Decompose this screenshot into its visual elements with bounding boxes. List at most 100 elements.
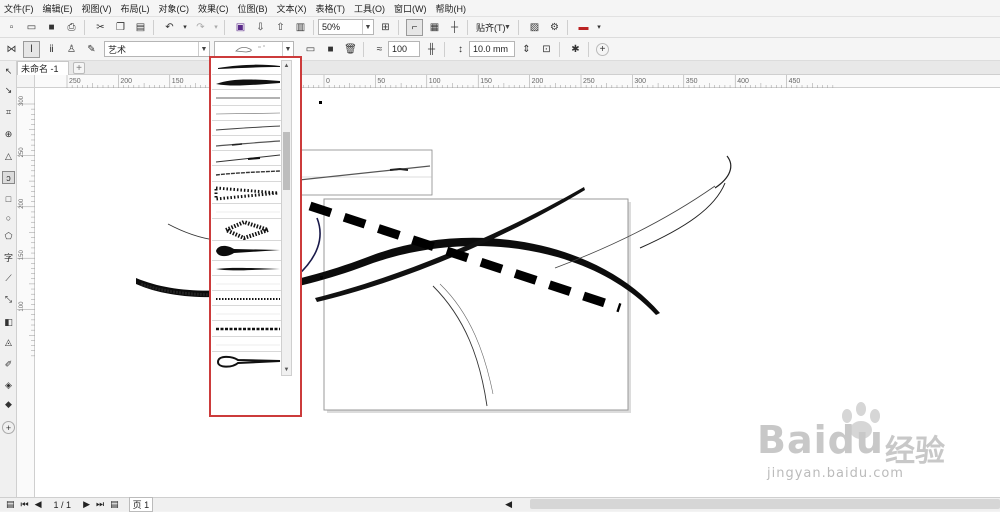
export-icon[interactable]: ⇧ [272,19,289,36]
chevron-down-icon[interactable]: ▼ [198,42,209,56]
horizontal-scrollbar[interactable] [530,499,1000,509]
polygon-tool-icon[interactable]: ⬠ [2,230,15,243]
publish-pdf-icon[interactable]: ▥ [292,19,309,36]
smart-fill-tool-icon[interactable]: ◆ [2,398,15,411]
save-icon[interactable]: ■ [43,19,60,36]
menu-view[interactable]: 视图(V) [82,2,112,15]
brush-stroke-option[interactable] [212,90,283,106]
launcher-dropdown-icon[interactable]: ▾ [595,19,603,36]
preset-mode-icon[interactable]: ⋈ [3,41,20,58]
brush-stroke-option[interactable] [212,60,283,76]
brush-stroke-option[interactable] [212,75,283,91]
page-tab[interactable]: 页 1 [128,497,154,512]
menu-help[interactable]: 帮助(H) [436,2,467,15]
freehand-tool-icon[interactable]: △ [2,150,15,163]
add-tool-icon[interactable]: + [2,421,15,434]
menu-file[interactable]: 文件(F) [4,2,34,15]
brush-category-select[interactable]: 艺术 ▼ [104,41,210,57]
brush-stroke-option[interactable] [212,121,283,136]
save-stroke-icon[interactable]: ■ [322,41,339,58]
full-screen-icon[interactable]: ⊞ [377,19,394,36]
ellipse-tool-icon[interactable]: ○ [2,211,15,224]
first-page-icon[interactable]: ⏮ [21,499,29,510]
selection-handle[interactable] [319,101,322,104]
application-launcher-icon[interactable]: ▬ [575,19,592,36]
dimension-tool-icon[interactable]: ⟋ [2,272,15,285]
grid-icon[interactable]: ▦ [426,19,443,36]
rulers-icon[interactable]: ⌐ [406,18,423,36]
freehand-smoothing-icon[interactable]: ≈ [371,41,388,58]
stroke-width-field[interactable]: 10.0 mm [469,41,515,57]
menu-bitmaps[interactable]: 位图(B) [238,2,268,15]
brush-stroke-option[interactable] [212,219,283,241]
menu-layout[interactable]: 布局(L) [121,2,150,15]
brush-stroke-option[interactable] [212,136,283,152]
brush-stroke-option[interactable] [212,241,283,261]
brush-stroke-select[interactable]: ▼ [214,41,294,57]
cut-icon[interactable]: ✂ [92,19,109,36]
menu-text[interactable]: 文本(X) [277,2,307,15]
delete-stroke-icon[interactable]: 🗑 [342,41,359,58]
add-page-icon[interactable]: ▤ [110,499,119,510]
welcome-screen-icon[interactable]: ▨ [526,19,543,36]
last-page-icon[interactable]: ⏭ [96,499,104,510]
brush-stroke-list-popup[interactable]: ▲ ▼ [209,56,302,417]
artistic-stroke[interactable] [639,182,726,249]
stroke-width-icon[interactable]: ↕ [452,41,469,58]
next-page-icon[interactable]: ▶ [83,499,90,510]
new-document-icon[interactable]: ▫ [3,19,20,36]
zoom-tool-icon[interactable]: ⊕ [2,128,15,141]
scroll-left-icon[interactable]: ◀ [505,499,512,510]
open-icon[interactable]: ▭ [23,19,40,36]
expression-mode-icon[interactable]: ✎ [83,41,100,58]
brush-list-scrollbar[interactable]: ▲ ▼ [281,60,292,376]
undo-dropdown-icon[interactable]: ▾ [181,19,189,36]
eyedropper-tool-icon[interactable]: ✐ [2,358,15,371]
ruler-origin[interactable] [17,75,35,88]
menu-tools[interactable]: 工具(O) [354,2,385,15]
menu-edit[interactable]: 编辑(E) [43,2,73,15]
prev-page-icon[interactable]: ◀ [35,499,42,510]
brush-stroke-option[interactable] [212,261,283,276]
chevron-up-icon[interactable]: ▲ [282,61,291,71]
chevron-down-icon[interactable]: ▼ [282,365,291,375]
interactive-fill-tool-icon[interactable]: ◈ [2,379,15,392]
document-tab[interactable]: 未命名 -1 [17,61,69,75]
more-options-icon[interactable]: ✱ [567,41,584,58]
search-content-icon[interactable]: ▣ [232,19,249,36]
smoothing-slider-icon[interactable]: ╫ [423,41,440,58]
vertical-ruler[interactable]: 300 250 200 150 100 [17,88,35,497]
brush-mode-icon[interactable]: ǀ [23,40,40,58]
menu-object[interactable]: 对象(C) [159,2,190,15]
brush-stroke-option[interactable] [212,306,283,322]
horizontal-ruler[interactable]: 2502001501005005010015020025030035040045… [35,75,1000,88]
brush-stroke-option[interactable] [212,337,283,352]
drop-shadow-tool-icon[interactable]: ◧ [2,316,15,329]
zoom-level-select[interactable]: 50% ▼ [318,19,374,35]
pick-tool-icon[interactable]: ↖ [2,65,15,78]
brush-stroke-option[interactable] [212,291,283,307]
smoothing-field[interactable]: 100 [388,41,420,57]
print-icon[interactable]: ⎙ [63,19,80,36]
menu-effects[interactable]: 效果(C) [198,2,229,15]
artistic-stroke[interactable] [714,155,732,189]
brush-list-scroll-thumb[interactable] [283,132,290,190]
transparency-tool-icon[interactable]: ◬ [2,336,15,349]
brush-stroke-option[interactable] [212,321,283,337]
options-icon[interactable]: ⚙ [546,19,563,36]
page-settings-icon[interactable]: ▤ [6,499,15,510]
new-tab-icon[interactable]: + [73,62,85,74]
calligraphic-mode-icon[interactable]: ♙ [63,41,80,58]
redo-dropdown-icon[interactable]: ▾ [212,19,220,36]
browse-icon[interactable]: ▭ [302,41,319,58]
snap-to-dropdown[interactable]: 贴齐(T) ▼ [472,19,514,35]
rectangle-tool-icon[interactable]: □ [2,192,15,205]
redo-icon[interactable]: ↷ [192,19,209,36]
crop-tool-icon[interactable]: ⌗ [2,106,15,119]
import-icon[interactable]: ⇩ [252,19,269,36]
width-stepper-icon[interactable]: ⇕ [518,41,535,58]
brush-stroke-option[interactable] [212,352,283,371]
selection-handle[interactable] [320,276,323,279]
chevron-down-icon[interactable]: ▼ [502,20,513,34]
scale-with-object-icon[interactable]: ⊡ [538,41,555,58]
